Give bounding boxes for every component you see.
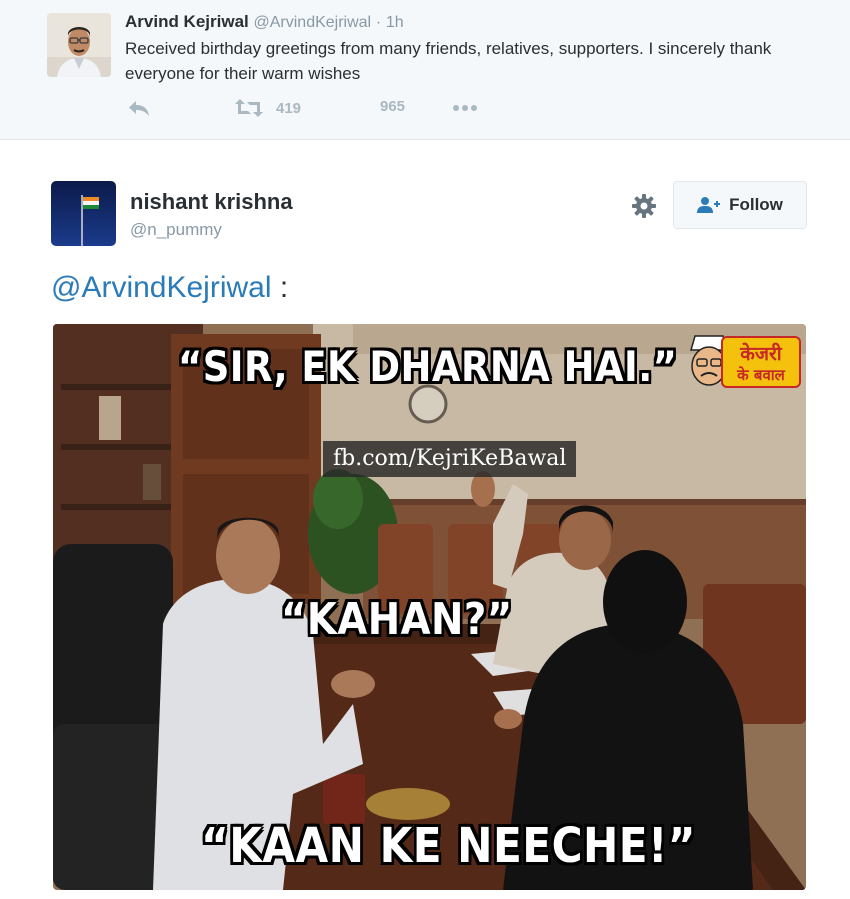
author-handle[interactable]: @n_pummy — [130, 220, 222, 240]
follow-person-icon — [697, 196, 721, 214]
author-name[interactable]: nishant krishna — [130, 190, 293, 214]
meme-logo-badge: केजरी के बवाल — [721, 336, 801, 388]
tweet-text-suffix: : — [271, 271, 289, 304]
meme-logo-line2: के बवाल — [737, 366, 785, 384]
parent-author-avatar[interactable] — [47, 13, 111, 77]
parent-tweet[interactable]: Arvind Kejriwal @ArvindKejriwal · 1h Rec… — [0, 0, 850, 140]
meme-watermark: fb.com/KejriKeBawal — [323, 441, 577, 477]
meme-caption-top: “SIR, EK DHARNA HAI.” — [178, 342, 678, 391]
meme-page-logo: केजरी के बवाल — [687, 328, 803, 392]
parent-tweet-header: Arvind Kejriwal @ArvindKejriwal · 1h — [125, 11, 404, 34]
like-button[interactable]: 965 — [380, 98, 405, 115]
tweet-text: @ArvindKejriwal : — [51, 268, 288, 308]
tweet-media-image[interactable]: “SIR, EK DHARNA HAI.” fb.com/KejriKeBawa… — [53, 324, 806, 890]
reply-button[interactable] — [127, 98, 151, 118]
meme-caption-bottom: “KAAN KE NEECHE!” — [201, 818, 696, 874]
reply-icon — [127, 98, 151, 118]
retweet-icon — [234, 98, 264, 118]
retweet-count: 419 — [276, 99, 302, 117]
gear-icon[interactable] — [630, 192, 658, 220]
parent-tweet-time[interactable]: 1h — [386, 14, 404, 31]
more-button[interactable] — [451, 98, 479, 118]
author-avatar[interactable] — [51, 181, 116, 246]
parent-author-name[interactable]: Arvind Kejriwal — [125, 12, 249, 31]
meme-caption-middle: “KAHAN?” — [281, 594, 513, 645]
header-separator: · — [375, 14, 382, 31]
parent-tweet-text: Received birthday greetings from many fr… — [125, 39, 772, 83]
more-icon — [451, 98, 479, 118]
meme-logo-line1: केजरी — [740, 343, 782, 365]
retweet-button[interactable]: 419 — [234, 98, 301, 118]
parent-tweet-actions: 419 965 — [125, 98, 525, 122]
follow-button[interactable]: Follow — [673, 181, 807, 229]
mention-link[interactable]: @ArvindKejriwal — [51, 271, 272, 304]
like-count: 965 — [380, 98, 406, 115]
parent-author-handle[interactable]: @ArvindKejriwal — [254, 14, 372, 31]
follow-label: Follow — [729, 195, 783, 214]
